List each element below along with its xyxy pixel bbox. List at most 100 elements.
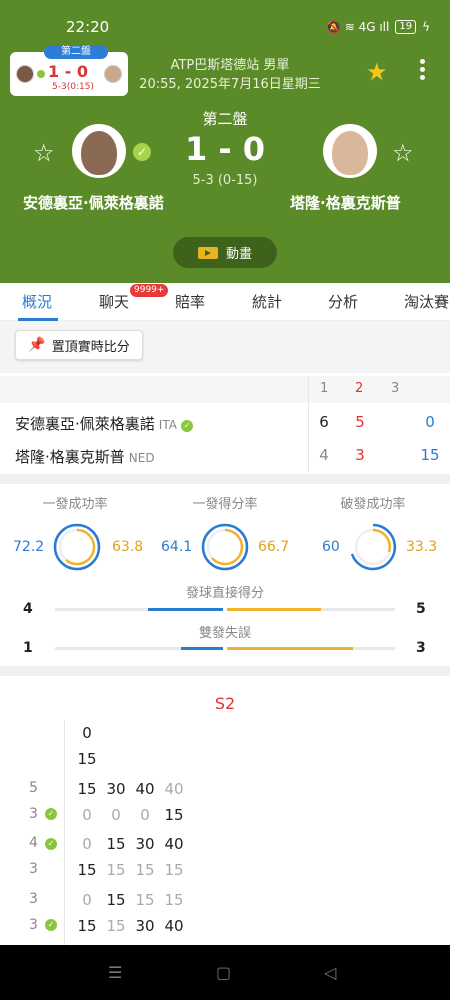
pbp-point: 40 (164, 780, 184, 798)
ring-chart-3 (350, 523, 397, 571)
mini-score-card[interactable]: 第二盤 1 - 0 5-3(0:15) (10, 45, 128, 96)
stat-title-1st-serve-won: 一發得分率 (192, 497, 258, 512)
pin-icon: 📌 (28, 337, 46, 353)
scoreboard-player2-name: 塔隆·格裏克斯普 (15, 448, 125, 466)
scoreboard-player2: 塔隆·格裏克斯普 NED (15, 446, 155, 467)
more-menu-icon[interactable] (412, 56, 432, 86)
pin-live-score-button[interactable]: 📌 置頂實時比分 (15, 330, 143, 360)
pbp-point: 30 (135, 917, 155, 935)
battery-icon: 19 (395, 20, 417, 34)
serving-icon: ✓ (180, 420, 193, 432)
event-datetime: 20:55, 2025年7月16日星期三 (139, 77, 321, 92)
stat-1-left: 72.2 (13, 539, 45, 555)
mini-avatar-player2 (104, 65, 122, 83)
scoreboard-player1-name: 安德裏亞·佩萊格裏諾 (15, 415, 155, 433)
charging-icon: ϟ (422, 20, 430, 34)
tab-odds[interactable]: 賠率 (175, 291, 205, 312)
p2-points: 15 (420, 446, 440, 464)
player2-name[interactable]: 塔隆·格裏克斯普 (290, 192, 401, 213)
video-icon (197, 246, 218, 259)
p1-set2: 5 (355, 413, 365, 431)
mini-game-score: 5-3(0:15) (52, 82, 94, 92)
player1-name[interactable]: 安德裏亞·佩萊格裏諾 (23, 192, 164, 213)
animation-label: 動畫 (225, 247, 252, 262)
stat-1-right: 63.8 (112, 539, 144, 555)
pbp-point: 15 (135, 861, 155, 879)
animation-button[interactable]: 動畫 (173, 237, 277, 268)
follow-player2-star-icon[interactable]: ☆ (392, 139, 414, 167)
pbp-point: 15 (106, 861, 126, 879)
stat-3-right: 33.3 (406, 539, 438, 555)
p2-set1: 4 (319, 446, 329, 464)
pbp-point: 15 (135, 891, 155, 909)
chat-badge: 9999+ (130, 284, 169, 297)
serve-icon: ✓ (45, 808, 57, 820)
set-col-2: 2 (355, 381, 364, 396)
status-time: 22:20 (66, 18, 110, 36)
scoreboard-player1: 安德裏亞·佩萊格裏諾 ITA ✓ (15, 413, 193, 434)
scoreboard-separator (308, 376, 309, 472)
set-col-3: 3 (391, 381, 400, 396)
favorite-star-icon[interactable]: ★ (366, 58, 388, 86)
pbp-game-p1: 5 (29, 780, 38, 796)
pbp-point: 30 (135, 835, 155, 853)
p1-points: 0 (425, 413, 435, 431)
pin-label: 置頂實時比分 (51, 339, 130, 355)
tab-stats[interactable]: 統計 (252, 291, 282, 312)
signal-icons: 🔕 ≋ 4G ıll (325, 20, 390, 34)
df-left: 1 (23, 640, 33, 656)
pbp-game-p2: 3 (29, 806, 38, 822)
pbp-game-p2: 3 (29, 917, 38, 933)
pbp-point: 0 (82, 806, 92, 824)
player2-avatar[interactable] (323, 124, 377, 178)
set-col-1: 1 (320, 381, 329, 396)
serving-check-icon: ✓ (133, 143, 151, 161)
section-divider-2 (0, 666, 450, 676)
pbp-game-p2: 3 (29, 861, 38, 877)
serve-indicator-icon (37, 70, 45, 78)
stat-3-left: 60 (322, 539, 340, 555)
tab-knockout[interactable]: 淘汰賽 (404, 291, 450, 312)
event-title: ATP巴斯塔德站 男單 (170, 58, 290, 73)
aces-fill-right (227, 608, 321, 611)
stat-2-left: 64.1 (161, 539, 193, 555)
pbp-game-p1: 4 (29, 835, 38, 851)
tab-bar: 概況 聊天 賠率 統計 分析 淘汰賽 (0, 283, 450, 321)
bar-title-double-faults: 雙發失誤 (198, 626, 251, 641)
pbp-point: 0 (111, 806, 121, 824)
stat-title-break-points: 破發成功率 (340, 497, 406, 512)
status-bar: 22:20 🔕 ≋ 4G ıll 19 ϟ (0, 0, 450, 50)
pbp-point: 0 (140, 806, 150, 824)
back-icon[interactable]: ◁ (324, 963, 336, 982)
pbp-timeline (64, 720, 65, 945)
aces-left: 4 (23, 601, 33, 617)
section-divider (0, 474, 450, 484)
pbp-point: 15 (77, 750, 97, 768)
pbp-point: 15 (106, 891, 126, 909)
mini-score: 1 - 0 (48, 62, 89, 81)
stat-2-right: 66.7 (258, 539, 290, 555)
pbp-point: 0 (82, 891, 92, 909)
player1-avatar[interactable] (72, 124, 126, 178)
pbp-point: 15 (106, 835, 126, 853)
p1-set1: 6 (319, 413, 329, 431)
df-fill-right (227, 647, 353, 650)
stat-title-1st-serve-in: 一發成功率 (42, 497, 108, 512)
pbp-point: 0 (82, 835, 92, 853)
tab-analysis[interactable]: 分析 (328, 291, 358, 312)
serve-icon: ✓ (45, 838, 57, 850)
pbp-point: 15 (164, 861, 184, 879)
menu-icon[interactable]: ☰ (108, 963, 122, 982)
pbp-point: 15 (106, 917, 126, 935)
aces-fill-left (148, 608, 223, 611)
home-icon[interactable]: ▢ (216, 963, 231, 982)
set-label: 第二盤 (202, 110, 248, 128)
tab-chat[interactable]: 聊天 (99, 291, 129, 312)
tab-overview[interactable]: 概況 (22, 291, 52, 312)
p2-set2: 3 (355, 446, 365, 464)
status-icons: 🔕 ≋ 4G ıll 19 ϟ (326, 20, 430, 34)
pbp-point: 40 (164, 917, 184, 935)
ring-chart-2 (201, 523, 249, 571)
follow-player1-star-icon[interactable]: ☆ (33, 139, 55, 167)
pbp-point: 15 (164, 891, 184, 909)
